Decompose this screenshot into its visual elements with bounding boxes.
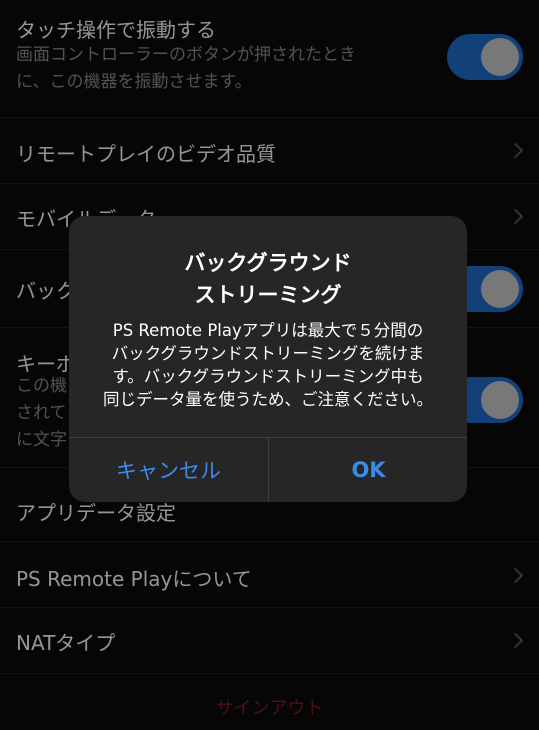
alert-message-line-1: PS Remote Playアプリは最大で５分間の (112, 321, 424, 340)
ok-button[interactable]: OK (269, 438, 467, 502)
alert-title-line-2: ストリーミング (194, 283, 342, 307)
alert-message-line-2: バックグラウンドストリーミングを続けま (111, 344, 425, 363)
alert-message-line-4: 同じデータ量を使うため、ご注意ください。 (103, 390, 433, 409)
background-streaming-alert: バックグラウンド ストリーミング PS Remote Playアプリは最大で５分… (69, 216, 467, 502)
alert-title-line-1: バックグラウンド (184, 251, 352, 275)
cancel-button[interactable]: キャンセル (69, 438, 268, 502)
alert-message-line-3: す。バックグラウンドストリーミング中も (112, 367, 424, 386)
